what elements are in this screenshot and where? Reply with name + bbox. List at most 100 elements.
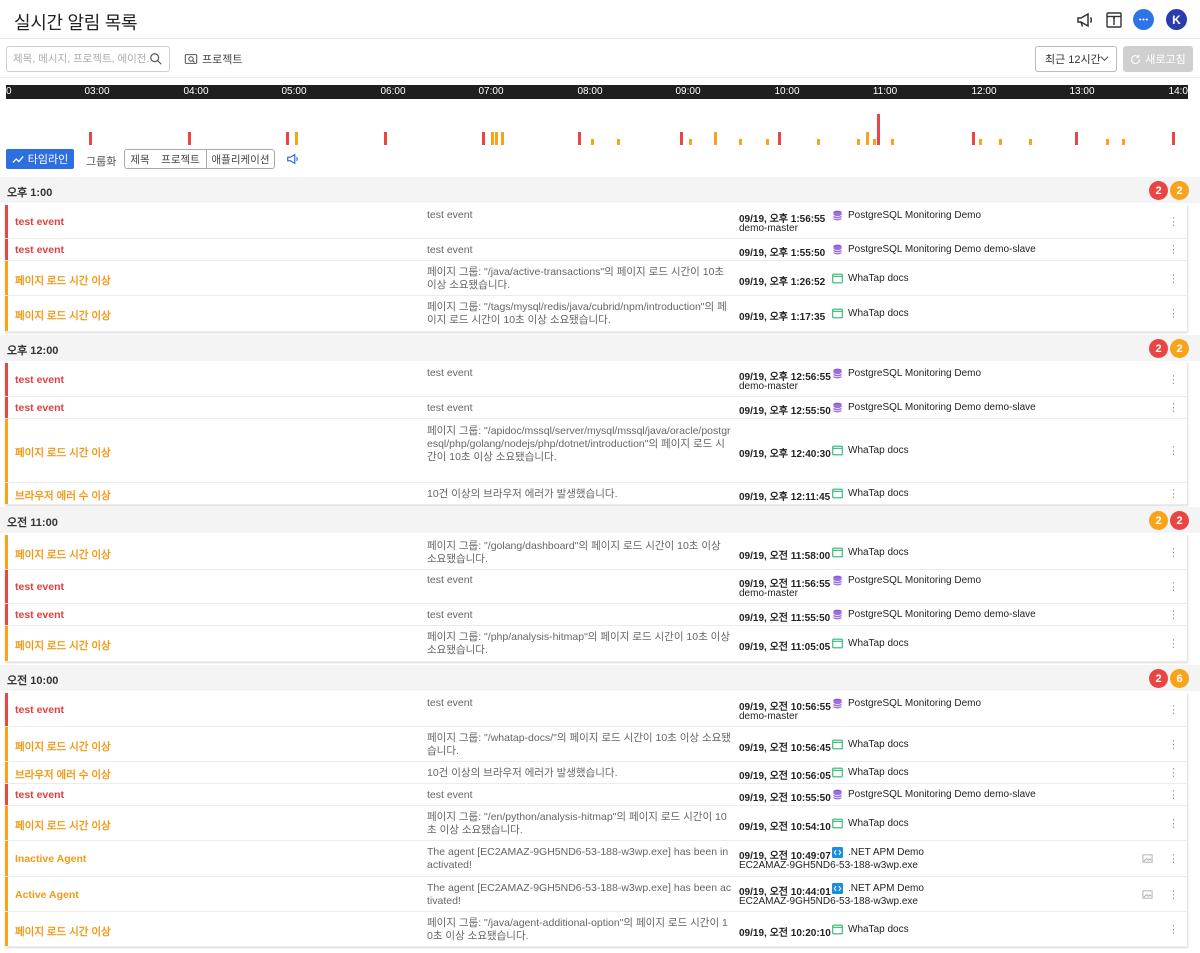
- alert-title[interactable]: test event: [15, 374, 64, 386]
- alert-title[interactable]: test event: [15, 704, 64, 716]
- timeline-warning-mark[interactable]: [817, 139, 820, 145]
- info-panel-icon[interactable]: [1103, 9, 1125, 31]
- group-by-application-button[interactable]: 애플리케이션: [206, 149, 275, 169]
- alert-project[interactable]: PostgreSQL Monitoring Demo: [832, 210, 981, 221]
- timeline-warning-mark[interactable]: [501, 132, 504, 145]
- alert-title[interactable]: 페이지 로드 시간 이상: [15, 445, 111, 460]
- alert-project[interactable]: .NET APM Demo: [832, 847, 924, 858]
- timeline-critical-mark[interactable]: [89, 132, 92, 145]
- alert-title[interactable]: 페이지 로드 시간 이상: [15, 308, 111, 323]
- time-range-select[interactable]: 최근 12시간: [1035, 46, 1117, 72]
- alert-row[interactable]: 페이지 로드 시간 이상 페이지 그룹: "/en/python/analysis…: [5, 806, 1187, 841]
- alert-project[interactable]: WhaTap docs: [832, 308, 909, 319]
- alert-project[interactable]: WhaTap docs: [832, 547, 909, 558]
- alert-project[interactable]: .NET APM Demo: [832, 882, 924, 894]
- alert-row[interactable]: 페이지 로드 시간 이상 페이지 그룹: "/whatap-docs/"의 페이지…: [5, 727, 1187, 762]
- image-icon[interactable]: [1142, 889, 1153, 900]
- alert-row[interactable]: test event test event 09/19, 오후 1:55:50 Pos…: [5, 239, 1187, 261]
- alert-project[interactable]: PostgreSQL Monitoring Demo: [832, 698, 981, 709]
- image-icon[interactable]: [1142, 853, 1153, 864]
- alert-row[interactable]: test event test event 09/19, 오전 10:55:50 Po…: [5, 784, 1187, 806]
- timeline-warning-mark[interactable]: [873, 139, 876, 145]
- timeline-critical-mark[interactable]: [972, 132, 975, 145]
- alert-row[interactable]: test event test event 09/19, 오전 11:55:50 Po…: [5, 604, 1187, 626]
- alert-title[interactable]: test event: [15, 789, 64, 801]
- timeline-warning-mark[interactable]: [1029, 139, 1032, 145]
- alert-row[interactable]: 브라우저 에러 수 이상 10건 이상의 브라우저 에러가 발생했습니다. 09/1…: [5, 483, 1187, 505]
- alert-row[interactable]: Inactive Agent The agent [EC2AMAZ-9GH5ND6…: [5, 841, 1187, 877]
- alert-row[interactable]: 페이지 로드 시간 이상 페이지 그룹: "/tags/mysql/redis/j…: [5, 296, 1187, 332]
- timeline-critical-mark[interactable]: [680, 132, 683, 145]
- timeline-critical-mark[interactable]: [877, 114, 880, 145]
- timeline-warning-mark[interactable]: [591, 139, 594, 145]
- timeline-critical-mark[interactable]: [1075, 132, 1078, 145]
- timeline-warning-mark[interactable]: [866, 132, 869, 145]
- more-options-icon[interactable]: ⋮: [1168, 923, 1179, 936]
- timeline-toggle-button[interactable]: 타임라인: [6, 149, 74, 169]
- alert-project[interactable]: WhaTap docs: [832, 739, 909, 750]
- alert-row[interactable]: 페이지 로드 시간 이상 페이지 그룹: "/php/analysis-hitma…: [5, 626, 1187, 662]
- more-options-icon[interactable]: ⋮: [1168, 401, 1179, 414]
- timeline-warning-mark[interactable]: [491, 132, 494, 145]
- timeline-warning-mark[interactable]: [999, 139, 1002, 145]
- alert-title[interactable]: Active Agent: [15, 889, 79, 901]
- alert-row[interactable]: test event test event 09/19, 오전 10:56:55 Po…: [5, 693, 1187, 727]
- more-options-icon[interactable]: ⋮: [1168, 788, 1179, 801]
- more-options-icon[interactable]: ⋮: [1168, 444, 1179, 457]
- more-options-icon[interactable]: ⋮: [1168, 272, 1179, 285]
- timeline-warning-mark[interactable]: [739, 139, 742, 145]
- group-by-title-button[interactable]: 제목: [124, 149, 156, 169]
- alert-project[interactable]: WhaTap docs: [832, 445, 909, 456]
- more-options-icon[interactable]: ⋮: [1168, 608, 1179, 621]
- alert-title[interactable]: 브라우저 에러 수 이상: [15, 767, 111, 782]
- alert-title[interactable]: 페이지 로드 시간 이상: [15, 739, 111, 754]
- timeline-warning-mark[interactable]: [766, 139, 769, 145]
- search-input[interactable]: [13, 53, 151, 65]
- timeline-critical-mark[interactable]: [778, 132, 781, 145]
- timeline-warning-mark[interactable]: [979, 139, 982, 145]
- timeline-critical-mark[interactable]: [384, 132, 387, 145]
- alert-row[interactable]: Active Agent The agent [EC2AMAZ-9GH5ND6-5…: [5, 877, 1187, 912]
- more-options-icon[interactable]: ⋮: [1168, 307, 1179, 320]
- alert-project[interactable]: WhaTap docs: [832, 488, 909, 499]
- speaker-icon[interactable]: [286, 152, 300, 166]
- more-options-icon[interactable]: ⋮: [1168, 243, 1179, 256]
- alert-title[interactable]: 페이지 로드 시간 이상: [15, 547, 111, 562]
- megaphone-icon[interactable]: [1074, 9, 1096, 31]
- alert-title[interactable]: 페이지 로드 시간 이상: [15, 638, 111, 653]
- timeline-warning-mark[interactable]: [495, 132, 498, 145]
- timeline-warning-mark[interactable]: [689, 139, 692, 145]
- alert-project[interactable]: WhaTap docs: [832, 638, 909, 649]
- more-options-icon[interactable]: ⋮: [1168, 738, 1179, 751]
- more-options-icon[interactable]: ⋮: [1168, 373, 1179, 386]
- timeline-warning-mark[interactable]: [295, 132, 298, 145]
- alert-project[interactable]: PostgreSQL Monitoring Demo: [832, 244, 981, 255]
- alert-row[interactable]: test event test event 09/19, 오전 11:56:55 Po…: [5, 570, 1187, 604]
- alert-title[interactable]: 페이지 로드 시간 이상: [15, 924, 111, 939]
- timeline-warning-mark[interactable]: [857, 139, 860, 145]
- event-timeline[interactable]: 0 03:00 04:00 05:00 06:00 07:00 08:00 09:00 10:0…: [6, 85, 1188, 145]
- alert-project[interactable]: WhaTap docs: [832, 273, 909, 284]
- timeline-warning-mark[interactable]: [714, 132, 717, 145]
- alert-row[interactable]: test event test event 09/19, 오후 1:56:55 Pos…: [5, 205, 1187, 239]
- timeline-critical-mark[interactable]: [482, 132, 485, 145]
- alert-row[interactable]: test event test event 09/19, 오후 12:55:50 Po…: [5, 397, 1187, 419]
- alert-project[interactable]: PostgreSQL Monitoring Demo: [832, 402, 981, 413]
- timeline-critical-mark[interactable]: [286, 132, 289, 145]
- chat-icon[interactable]: [1133, 9, 1154, 30]
- more-options-icon[interactable]: ⋮: [1168, 888, 1179, 901]
- alert-project[interactable]: PostgreSQL Monitoring Demo: [832, 609, 981, 620]
- alert-row[interactable]: 페이지 로드 시간 이상 페이지 그룹: "/apidoc/mssql/serve…: [5, 419, 1187, 483]
- alert-title[interactable]: test event: [15, 581, 64, 593]
- alert-row[interactable]: test event test event 09/19, 오후 12:56:55 Po…: [5, 363, 1187, 397]
- alert-title[interactable]: 페이지 로드 시간 이상: [15, 818, 111, 833]
- project-filter-button[interactable]: 프로젝트: [184, 51, 242, 67]
- alert-project[interactable]: PostgreSQL Monitoring Demo: [832, 789, 981, 800]
- timeline-critical-mark[interactable]: [1172, 132, 1175, 145]
- alert-title[interactable]: 페이지 로드 시간 이상: [15, 273, 111, 288]
- more-options-icon[interactable]: ⋮: [1168, 215, 1179, 228]
- alert-title[interactable]: 브라우저 에러 수 이상: [15, 488, 111, 503]
- refresh-button[interactable]: 새로고침: [1123, 46, 1193, 72]
- alert-title[interactable]: Inactive Agent: [15, 853, 86, 865]
- avatar[interactable]: K: [1166, 9, 1187, 30]
